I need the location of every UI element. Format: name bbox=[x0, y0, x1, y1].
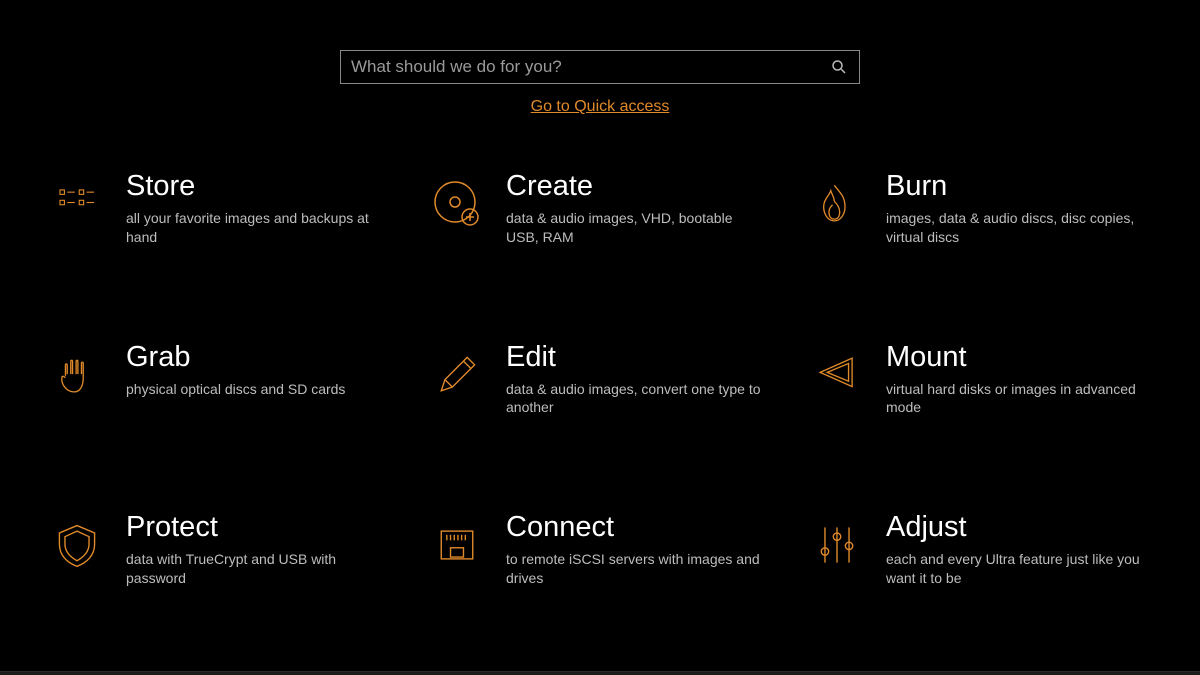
quick-access-link[interactable]: Go to Quick access bbox=[531, 98, 670, 116]
grab-icon bbox=[50, 348, 104, 402]
tile-title: Burn bbox=[886, 171, 1150, 203]
tile-text: Store all your favorite images and backu… bbox=[126, 171, 390, 247]
tile-protect[interactable]: Protect data with TrueCrypt and USB with… bbox=[50, 512, 390, 588]
tile-title: Grab bbox=[126, 342, 390, 374]
tile-title: Create bbox=[506, 171, 770, 203]
tile-burn[interactable]: Burn images, data & audio discs, disc co… bbox=[810, 171, 1150, 247]
store-icon bbox=[50, 177, 104, 231]
tile-adjust[interactable]: Adjust each and every Ultra feature just… bbox=[810, 512, 1150, 588]
tile-title: Protect bbox=[126, 512, 390, 544]
tile-text: Mount virtual hard disks or images in ad… bbox=[886, 342, 1150, 418]
tile-text: Burn images, data & audio discs, disc co… bbox=[886, 171, 1150, 247]
tile-text: Grab physical optical discs and SD cards bbox=[126, 342, 390, 399]
mount-icon bbox=[810, 348, 864, 402]
search-box[interactable] bbox=[340, 50, 860, 84]
tile-connect[interactable]: Connect to remote iSCSI servers with ima… bbox=[430, 512, 770, 588]
tile-desc: data with TrueCrypt and USB with passwor… bbox=[126, 550, 386, 588]
protect-icon bbox=[50, 518, 104, 572]
tile-edit[interactable]: Edit data & audio images, convert one ty… bbox=[430, 342, 770, 418]
tile-desc: each and every Ultra feature just like y… bbox=[886, 550, 1146, 588]
tile-desc: virtual hard disks or images in advanced… bbox=[886, 380, 1146, 418]
tile-text: Create data & audio images, VHD, bootabl… bbox=[506, 171, 770, 247]
burn-icon bbox=[810, 177, 864, 231]
tile-desc: data & audio images, convert one type to… bbox=[506, 380, 766, 418]
connect-icon bbox=[430, 518, 484, 572]
tile-text: Protect data with TrueCrypt and USB with… bbox=[126, 512, 390, 588]
tile-title: Adjust bbox=[886, 512, 1150, 544]
tile-grid: Store all your favorite images and backu… bbox=[40, 171, 1160, 588]
tile-mount[interactable]: Mount virtual hard disks or images in ad… bbox=[810, 342, 1150, 418]
adjust-icon bbox=[810, 518, 864, 572]
tile-create[interactable]: Create data & audio images, VHD, bootabl… bbox=[430, 171, 770, 247]
search-icon[interactable] bbox=[829, 57, 849, 77]
tile-desc: images, data & audio discs, disc copies,… bbox=[886, 209, 1146, 247]
tile-title: Connect bbox=[506, 512, 770, 544]
main-window: Go to Quick access Store all your favori… bbox=[0, 0, 1200, 675]
tile-text: Adjust each and every Ultra feature just… bbox=[886, 512, 1150, 588]
tile-desc: all your favorite images and backups at … bbox=[126, 209, 386, 247]
status-bar bbox=[0, 671, 1200, 675]
tile-text: Connect to remote iSCSI servers with ima… bbox=[506, 512, 770, 588]
tile-title: Edit bbox=[506, 342, 770, 374]
tile-text: Edit data & audio images, convert one ty… bbox=[506, 342, 770, 418]
tile-desc: data & audio images, VHD, bootable USB, … bbox=[506, 209, 766, 247]
tile-desc: physical optical discs and SD cards bbox=[126, 380, 386, 399]
tile-title: Store bbox=[126, 171, 390, 203]
edit-icon bbox=[430, 348, 484, 402]
tile-title: Mount bbox=[886, 342, 1150, 374]
search-input[interactable] bbox=[351, 57, 829, 77]
tile-grab[interactable]: Grab physical optical discs and SD cards bbox=[50, 342, 390, 418]
tile-store[interactable]: Store all your favorite images and backu… bbox=[50, 171, 390, 247]
tile-desc: to remote iSCSI servers with images and … bbox=[506, 550, 766, 588]
create-icon bbox=[430, 177, 484, 231]
